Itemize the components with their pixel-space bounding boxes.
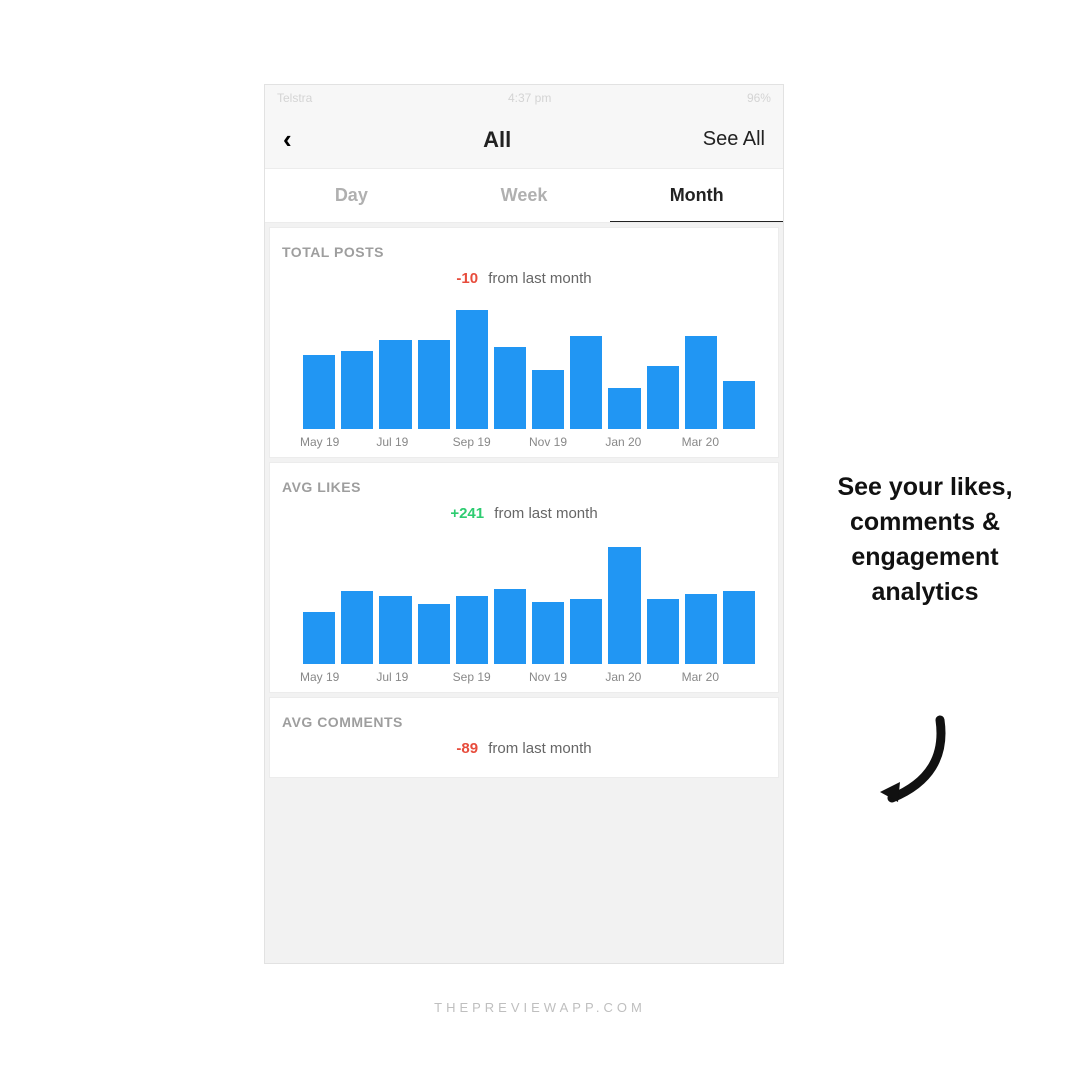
chart-bar: [379, 340, 411, 429]
card-delta: -89 from last month: [282, 740, 766, 757]
chart-x-tick: Mar 20: [682, 670, 758, 684]
chart-bar: [723, 591, 755, 664]
nav-title: All: [483, 127, 511, 153]
delta-value: +241: [450, 505, 484, 522]
chart-avg-likes: May 19Jul 19Sep 19Nov 19Jan 20Mar 20: [282, 534, 766, 684]
chart-bar: [647, 366, 679, 429]
chart-x-tick: May 19: [300, 435, 376, 449]
chart-bar: [647, 599, 679, 664]
chart-bar: [456, 596, 488, 664]
see-all-button[interactable]: See All: [703, 128, 765, 151]
chart-bar: [685, 594, 717, 664]
chart-bar: [532, 370, 564, 429]
chart-bar: [303, 612, 335, 664]
back-button[interactable]: ‹: [283, 124, 292, 155]
card-avg-comments: AVG COMMENTS -89 from last month: [269, 697, 779, 778]
chart-bar: [341, 351, 373, 429]
footer-credit: THEPREVIEWAPP.COM: [0, 1000, 1080, 1015]
delta-value: -10: [456, 270, 478, 287]
chart-bar: [418, 340, 450, 429]
delta-value: -89: [456, 740, 478, 757]
chart-bar: [494, 347, 526, 429]
status-bar: Telstra 4:37 pm 96%: [265, 85, 783, 111]
tab-week[interactable]: Week: [438, 169, 611, 222]
range-tabs: Day Week Month: [265, 169, 783, 223]
chart-x-tick: Jan 20: [605, 435, 681, 449]
delta-context: from last month: [494, 505, 597, 522]
tab-month[interactable]: Month: [610, 169, 783, 222]
card-avg-likes: AVG LIKES +241 from last month May 19Jul…: [269, 462, 779, 693]
chart-x-tick: Sep 19: [453, 670, 529, 684]
arrow-icon: [870, 710, 960, 820]
chart-x-tick: Jul 19: [376, 435, 452, 449]
chart-bar: [723, 381, 755, 429]
card-title: AVG COMMENTS: [282, 714, 766, 730]
status-time: 4:37 pm: [508, 91, 551, 105]
chart-bar: [456, 310, 488, 429]
delta-context: from last month: [488, 740, 591, 757]
card-title: TOTAL POSTS: [282, 244, 766, 260]
chart-bar: [303, 355, 335, 429]
chart-bar: [608, 547, 640, 664]
delta-context: from last month: [488, 270, 591, 287]
chart-x-tick: May 19: [300, 670, 376, 684]
chart-bar: [570, 336, 602, 429]
chart-x-tick: Nov 19: [529, 670, 605, 684]
status-battery: 96%: [747, 91, 771, 105]
chart-bar: [379, 596, 411, 664]
chart-bar: [685, 336, 717, 429]
chart-bar: [608, 388, 640, 429]
chart-bar: [418, 604, 450, 664]
chart-bar: [532, 602, 564, 664]
card-total-posts: TOTAL POSTS -10 from last month May 19Ju…: [269, 227, 779, 458]
content-scroll[interactable]: TOTAL POSTS -10 from last month May 19Ju…: [265, 223, 783, 963]
status-carrier: Telstra: [277, 91, 312, 105]
chart-bar: [341, 591, 373, 664]
tab-day[interactable]: Day: [265, 169, 438, 222]
card-delta: -10 from last month: [282, 270, 766, 287]
phone-frame: Telstra 4:37 pm 96% ‹ All See All Day We…: [264, 84, 784, 964]
chart-bar: [494, 589, 526, 664]
card-delta: +241 from last month: [282, 505, 766, 522]
chart-bar: [570, 599, 602, 664]
chart-total-posts: May 19Jul 19Sep 19Nov 19Jan 20Mar 20: [282, 299, 766, 449]
chart-x-tick: Jan 20: [605, 670, 681, 684]
chart-x-tick: Sep 19: [453, 435, 529, 449]
chart-x-tick: Mar 20: [682, 435, 758, 449]
chart-x-tick: Jul 19: [376, 670, 452, 684]
chart-x-tick: Nov 19: [529, 435, 605, 449]
side-caption: See your likes, comments & engagement an…: [810, 470, 1040, 610]
card-title: AVG LIKES: [282, 479, 766, 495]
nav-bar: ‹ All See All: [265, 111, 783, 169]
